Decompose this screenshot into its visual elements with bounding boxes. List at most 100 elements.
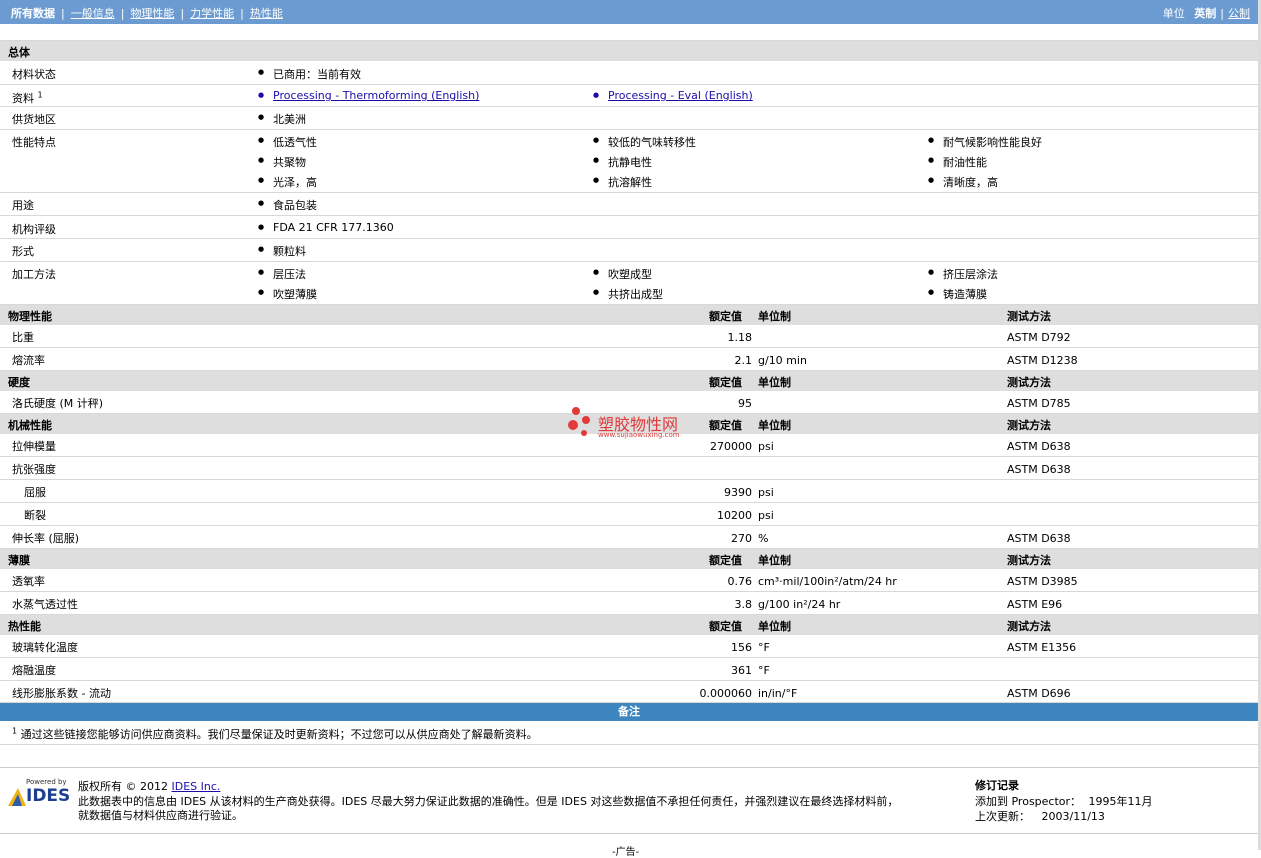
process-item: 挤压层涂法 [928, 266, 998, 282]
col-nominal: 额定值 [709, 554, 742, 567]
col-unit: 单位制 [758, 419, 791, 432]
row-value: 2.1 [734, 354, 753, 367]
process-item: 吹塑成型 [593, 266, 652, 282]
row-value: 1.18 [727, 331, 753, 344]
copyright-text: 版权所有 © 2012 [78, 780, 168, 793]
row-value: 95 [738, 397, 752, 410]
col-unit: 单位制 [758, 620, 791, 633]
row-unit: g/10 min [758, 354, 807, 367]
feature-item: 耐气候影响性能良好 [928, 134, 1042, 150]
section-header-general: 总体 [0, 41, 1258, 61]
row-value: 361 [731, 664, 752, 677]
row-method: ASTM D696 [1007, 687, 1071, 700]
doc-link-thermoforming[interactable]: Processing - Thermoforming (English) [258, 89, 479, 102]
nav-physical[interactable]: 物理性能 [130, 7, 174, 20]
row-label: 熔流率 [12, 354, 45, 367]
section-title: 机械性能 [8, 419, 52, 432]
row-unit: cm³·mil/100in²/atm/24 hr [758, 575, 897, 588]
row-method: ASTM E96 [1007, 598, 1063, 611]
updated-label: 上次更新： [975, 810, 1030, 823]
top-nav-bar: 所有数据 | 一般信息 | 物理性能 | 力学性能 | 热性能 单位 英制 | 公制 [0, 0, 1258, 24]
row-method: ASTM D638 [1007, 532, 1071, 545]
section-title: 热性能 [8, 620, 41, 633]
feature-item: 共聚物 [258, 154, 306, 170]
row-documents: 资料 1 Processing - Thermoforming (English… [0, 85, 1258, 107]
row-label: 材料状态 [12, 68, 56, 81]
section-title: 总体 [8, 46, 30, 59]
row-value: FDA 21 CFR 177.1360 [258, 221, 394, 234]
feature-item: 抗溶解性 [593, 174, 652, 190]
row-method: ASTM D792 [1007, 331, 1071, 344]
ides-logo-text: IDES [26, 786, 71, 806]
section-title: 硬度 [8, 376, 30, 389]
ad-label: -广告- [612, 847, 640, 858]
unit-label: 单位 [1162, 7, 1185, 20]
footer-divider-2 [0, 833, 1258, 834]
feature-item: 光泽，高 [258, 174, 317, 190]
row-label: 性能特点 [12, 136, 56, 149]
feature-item: 较低的气味转移性 [593, 134, 696, 150]
revision-title: 修订记录 [975, 779, 1019, 792]
row-value: 颗粒料 [258, 243, 306, 259]
process-item: 共挤出成型 [593, 286, 663, 302]
table-row: 比重 1.18 ASTM D792 [0, 325, 1258, 348]
row-method: ASTM D638 [1007, 463, 1071, 476]
col-method: 测试方法 [1007, 620, 1051, 633]
row-unit: °F [758, 641, 770, 654]
nav-all-data: 所有数据 [11, 7, 55, 20]
unit-metric-link[interactable]: 公制 [1228, 7, 1250, 20]
col-method: 测试方法 [1007, 376, 1051, 389]
table-row: 抗张强度 ASTM D638 [0, 457, 1258, 480]
process-item: 铸造薄膜 [928, 286, 987, 302]
col-method: 测试方法 [1007, 554, 1051, 567]
feature-item: 抗静电性 [593, 154, 652, 170]
row-label: 拉伸模量 [12, 440, 56, 453]
table-row: 熔流率 2.1 g/10 min ASTM D1238 [0, 348, 1258, 371]
spacer-row [0, 24, 1258, 41]
watermark: 塑胶物性网 www.sujiaowuxing.com [568, 405, 680, 442]
feature-item: 耐油性能 [928, 154, 987, 170]
row-label: 资料 1 [12, 90, 43, 105]
row-label: 伸长率 (屈服) [12, 532, 80, 545]
unit-switcher: 单位 英制 | 公制 [1162, 7, 1250, 20]
row-value: 10200 [717, 509, 752, 522]
row-method: ASTM D3985 [1007, 575, 1078, 588]
row-unit: in/in/°F [758, 687, 798, 700]
section-header-thermal: 热性能 额定值 单位制 测试方法 [0, 615, 1258, 635]
nav-mechanical[interactable]: 力学性能 [190, 7, 234, 20]
row-value: 3.8 [734, 598, 753, 611]
row-label: 用途 [12, 199, 34, 212]
row-form: 形式 颗粒料 [0, 239, 1258, 262]
table-row: 玻璃转化温度 156 °F ASTM E1356 [0, 635, 1258, 658]
ides-link[interactable]: IDES Inc. [172, 780, 221, 793]
section-title: 物理性能 [8, 310, 52, 323]
col-method: 测试方法 [1007, 419, 1051, 432]
row-value: 北美洲 [258, 111, 306, 127]
row-method: ASTM D1238 [1007, 354, 1078, 367]
watermark-url: www.sujiaowuxing.com [598, 431, 680, 439]
col-method: 测试方法 [1007, 310, 1051, 323]
footer-divider [0, 767, 1258, 768]
section-header-film: 薄膜 额定值 单位制 测试方法 [0, 549, 1258, 569]
row-label: 线形膨胀系数 - 流动 [12, 687, 111, 700]
row-label: 熔融温度 [12, 664, 56, 677]
row-label: 加工方法 [12, 268, 56, 281]
nav-thermal[interactable]: 热性能 [250, 7, 283, 20]
row-label: 形式 [12, 245, 34, 258]
table-row: 透氧率 0.76 cm³·mil/100in²/atm/24 hr ASTM D… [0, 569, 1258, 592]
row-label: 机构评级 [12, 223, 56, 236]
col-unit: 单位制 [758, 310, 791, 323]
table-row: 屈服 9390 psi [0, 480, 1258, 503]
row-region: 供货地区 北美洲 [0, 107, 1258, 130]
row-label: 屈服 [24, 486, 46, 499]
watermark-logo-icon [568, 407, 590, 436]
nav-general-info[interactable]: 一般信息 [71, 7, 115, 20]
row-material-status: 材料状态 已商用：当前有效 [0, 61, 1258, 85]
section-header-hardness: 硬度 额定值 单位制 测试方法 [0, 371, 1258, 391]
added-value: 1995年11月 [1088, 795, 1153, 808]
row-method: ASTM E1356 [1007, 641, 1077, 654]
row-label: 比重 [12, 331, 34, 344]
row-unit: °F [758, 664, 770, 677]
row-value: 食品包装 [258, 197, 317, 213]
doc-link-eval[interactable]: Processing - Eval (English) [593, 89, 753, 102]
